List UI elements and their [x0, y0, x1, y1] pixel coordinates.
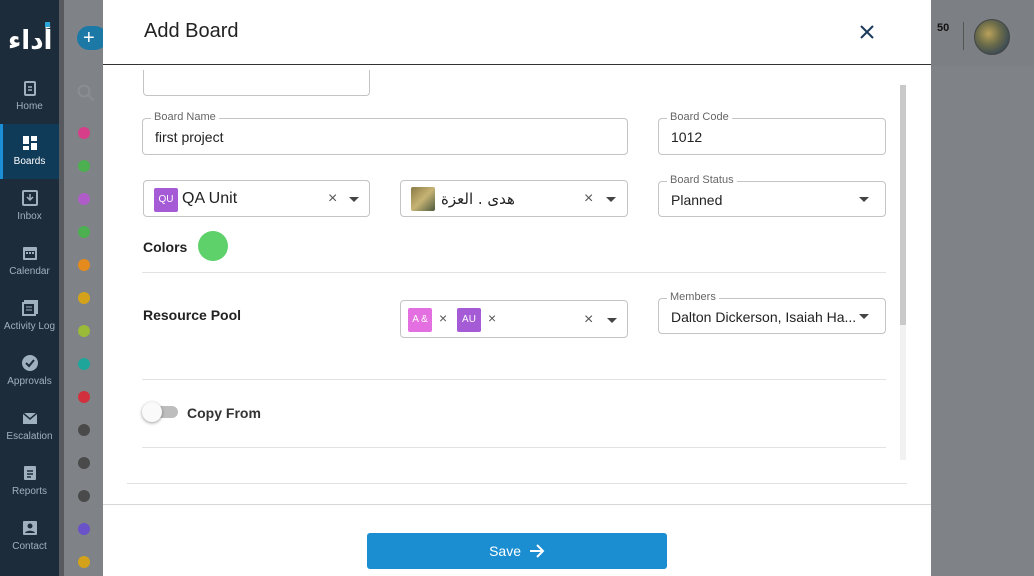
chevron-down-icon[interactable]	[859, 197, 869, 202]
board-color-dot	[78, 160, 90, 172]
sidebar-item-label: Approvals	[7, 376, 52, 387]
calendar-icon	[22, 247, 37, 260]
sidebar-scrollbar[interactable]	[59, 0, 64, 576]
sidebar-item-label: Calendar	[9, 266, 50, 277]
board-status-select[interactable]: Board Status Planned	[658, 174, 886, 217]
board-color-dot	[78, 259, 90, 271]
report-icon	[23, 466, 36, 480]
search-icon[interactable]	[77, 84, 95, 102]
members-value: Dalton Dickerson, Isaiah Ha...	[671, 309, 857, 325]
add-board-modal: Add Board Board Name first project Board…	[103, 0, 931, 576]
board-status-label: Board Status	[667, 174, 737, 186]
unit-select[interactable]: QU QA Unit ×	[143, 180, 370, 217]
board-color-dot	[78, 391, 90, 403]
board-code-field[interactable]: Board Code 1012	[658, 111, 886, 155]
board-color-dot	[78, 490, 90, 502]
chevron-down-icon[interactable]	[606, 197, 616, 202]
chevron-down-icon[interactable]	[607, 318, 617, 323]
sidebar-item-label: Escalation	[6, 431, 53, 442]
board-color-dot	[78, 292, 90, 304]
copy-from-toggle-knob[interactable]	[142, 402, 162, 422]
header-divider	[963, 22, 964, 50]
list-icon	[21, 300, 38, 316]
clear-owner-icon[interactable]: ×	[584, 190, 593, 208]
save-button[interactable]: Save	[367, 533, 667, 569]
sidebar-item-approvals[interactable]: Approvals	[0, 344, 59, 399]
members-label: Members	[667, 291, 719, 303]
arrow-right-icon	[529, 544, 545, 558]
remove-chip-icon[interactable]: ×	[488, 310, 496, 326]
clear-resource-pool-icon[interactable]: ×	[584, 311, 593, 329]
check-circle-icon	[21, 355, 38, 371]
sidebar-item-contact[interactable]: Contact	[0, 509, 59, 564]
grid-icon	[22, 136, 37, 150]
sidebar-item-label: Home	[16, 101, 43, 112]
modal-title: Add Board	[144, 20, 239, 42]
sidebar-item-home[interactable]: Home	[0, 69, 59, 124]
unit-value: QA Unit	[182, 190, 238, 207]
board-color-dot	[78, 325, 90, 337]
notification-count-badge[interactable]: 50	[937, 22, 949, 34]
board-name-value: first project	[155, 129, 224, 145]
color-swatch[interactable]	[198, 231, 228, 261]
sidebar-item-label: Activity Log	[3, 321, 56, 332]
remove-chip-icon[interactable]: ×	[439, 310, 447, 326]
truncated-field[interactable]	[143, 70, 370, 96]
save-label: Save	[489, 543, 522, 559]
sidebar-item-label: Reports	[11, 486, 47, 497]
board-color-dot	[78, 457, 90, 469]
chevron-down-icon[interactable]	[349, 197, 359, 202]
board-color-dot	[78, 127, 90, 139]
close-icon[interactable]	[855, 20, 879, 44]
owner-select[interactable]: هدى . العزة ×	[400, 180, 628, 217]
board-name-label: Board Name	[151, 111, 219, 123]
board-code-label: Board Code	[667, 111, 732, 123]
sidebar-item-label: Inbox	[17, 211, 42, 222]
board-color-dot	[78, 523, 90, 535]
resource-pool-select[interactable]: A & × AU × ×	[400, 300, 628, 338]
board-code-value: 1012	[671, 129, 703, 145]
sidebar-item-escalation[interactable]: Escalation	[0, 399, 59, 454]
sidebar-item-calendar[interactable]: Calendar	[0, 234, 59, 289]
divider	[142, 447, 886, 448]
clipboard-icon	[23, 81, 36, 96]
colors-label: Colors	[143, 239, 188, 255]
footer-divider	[103, 504, 931, 505]
modal-header-divider	[103, 64, 931, 65]
board-color-dot	[78, 556, 90, 568]
board-color-dot	[78, 193, 90, 205]
sidebar-item-label: Boards	[13, 156, 46, 167]
chevron-down-icon[interactable]	[859, 314, 869, 319]
sidebar-item-inbox[interactable]: Inbox	[0, 179, 59, 234]
resource-pool-label: Resource Pool	[143, 307, 242, 323]
inbox-icon	[21, 190, 38, 206]
divider	[127, 483, 907, 484]
board-color-dot	[78, 226, 90, 238]
board-name-field[interactable]: Board Name first project	[142, 111, 628, 155]
sidebar-item-activity-log[interactable]: Activity Log	[0, 289, 59, 344]
user-avatar[interactable]	[974, 19, 1010, 55]
members-select[interactable]: Members Dalton Dickerson, Isaiah Ha...	[658, 291, 886, 334]
app-logo[interactable]: أداء	[8, 22, 52, 56]
unit-chip: QU	[154, 188, 178, 212]
copy-from-label: Copy From	[187, 405, 261, 421]
clear-unit-icon[interactable]: ×	[328, 190, 337, 208]
sidebar-item-boards[interactable]: Boards	[0, 124, 59, 179]
divider	[142, 272, 886, 273]
mail-icon	[22, 412, 37, 424]
sidebar-item-reports[interactable]: Reports	[0, 454, 59, 509]
board-color-dot	[78, 424, 90, 436]
resource-chip: A &	[408, 308, 432, 332]
divider	[142, 379, 886, 380]
sidebar-item-label: Contact	[12, 541, 47, 552]
form-scrollbar-thumb[interactable]	[900, 85, 906, 325]
resource-chip: AU	[457, 308, 481, 332]
contact-icon	[22, 521, 37, 535]
board-status-value: Planned	[671, 192, 723, 208]
sidebar: أداء Home Boards Inbox Calendar Activity Log…	[0, 0, 59, 576]
owner-avatar	[411, 187, 435, 211]
board-color-dot	[78, 358, 90, 370]
owner-value: هدى . العزة	[441, 190, 515, 208]
